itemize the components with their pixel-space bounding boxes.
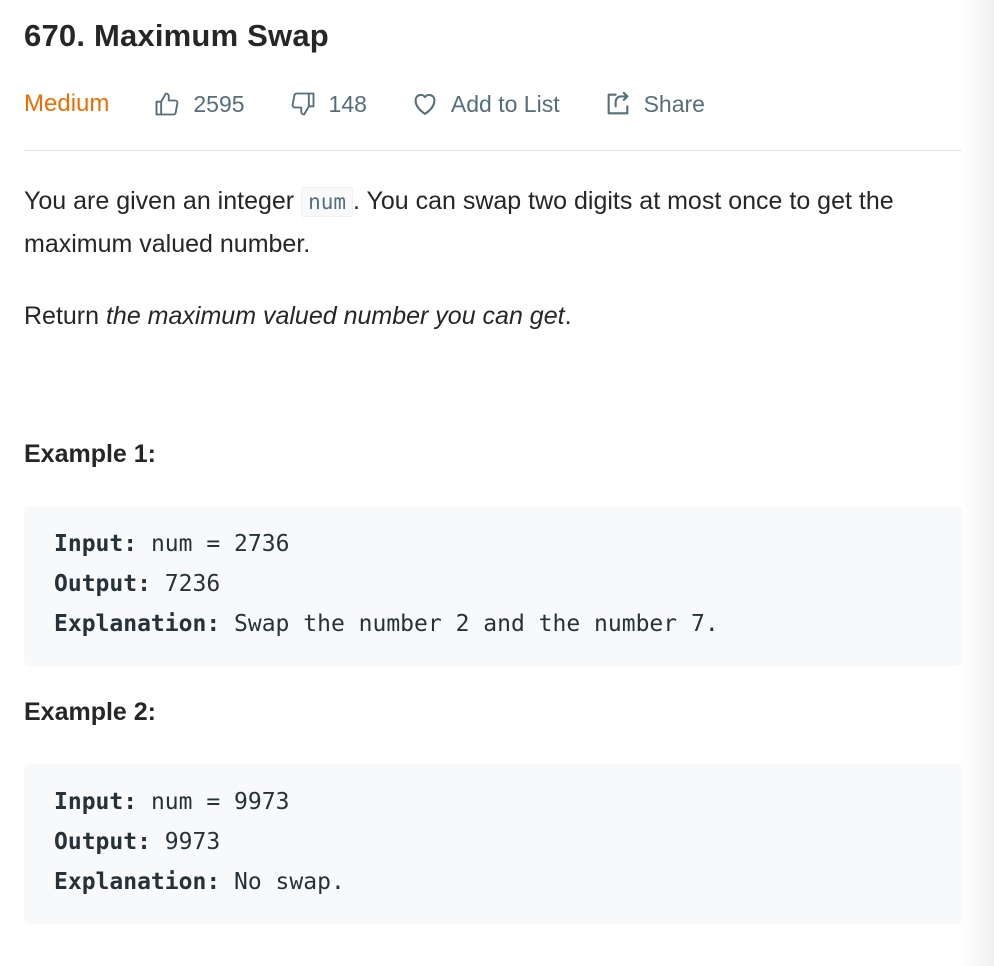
example-explanation-value: Swap the number 2 and the number 7.: [220, 611, 719, 637]
example-lines: Input: num = 9973 Output: 9973 Explanation…: [54, 782, 345, 902]
add-to-list-button[interactable]: Add to List: [411, 90, 560, 118]
example-output-label: Output:: [54, 571, 151, 597]
difficulty-badge: Medium: [24, 90, 110, 117]
example-explanation-label: Explanation:: [54, 869, 221, 895]
divider: [24, 150, 962, 151]
share-button[interactable]: Share: [604, 90, 705, 118]
thumbs-up-icon: [153, 90, 181, 118]
statement-text: .: [564, 302, 572, 330]
example-output-value: 9973: [150, 829, 221, 855]
share-label: Share: [643, 90, 705, 117]
example-code-block: Input: num = 9973 Output: 9973 Explanation…: [24, 764, 962, 924]
dislike-count: 148: [328, 90, 367, 117]
like-button[interactable]: 2595: [153, 90, 245, 118]
example-input-label: Input:: [54, 789, 138, 815]
example-explanation-label: Explanation:: [54, 611, 221, 637]
example-output-line: Output: 9973: [54, 822, 345, 862]
example-code-block: Input: num = 2736 Output: 7236 Explanation…: [24, 506, 962, 666]
example-input-label: Input:: [54, 531, 138, 557]
statement-text: Return: [24, 302, 106, 330]
example-input-value: num = 9973: [137, 789, 290, 815]
example-input-line: Input: num = 9973: [54, 782, 345, 822]
panel-edge-shadow: [960, 0, 994, 966]
example-input-line: Input: num = 2736: [54, 524, 719, 564]
example-title: Example 1:: [24, 440, 157, 468]
statement-emphasis: the maximum valued number you can get: [105, 302, 565, 330]
like-count: 2595: [193, 90, 245, 117]
example-explanation-line: Explanation: No swap.: [54, 862, 345, 902]
example-explanation-value: No swap.: [220, 869, 345, 895]
thumbs-down-icon: [289, 90, 317, 118]
dislike-button[interactable]: 148: [289, 90, 367, 118]
heart-icon: [411, 90, 439, 118]
problem-statement: You are given an integer num. You can sw…: [24, 180, 944, 337]
example-lines: Input: num = 2736 Output: 7236 Explanation…: [54, 524, 719, 644]
statement-paragraph: Return the maximum valued number you can…: [24, 295, 944, 337]
share-icon: [604, 90, 632, 118]
example-explanation-line: Explanation: Swap the number 2 and the n…: [54, 604, 719, 644]
statement-text: You are given an integer: [24, 187, 302, 215]
example-output-value: 7236: [150, 571, 221, 597]
statement-paragraph: You are given an integer num. You can sw…: [24, 180, 944, 265]
example-title: Example 2:: [24, 698, 157, 726]
add-to-list-label: Add to List: [450, 90, 560, 117]
problem-title: 670. Maximum Swap: [24, 18, 329, 53]
example-output-line: Output: 7236: [54, 564, 719, 604]
example-input-value: num = 2736: [137, 531, 290, 557]
problem-meta-row: Medium 2595 148 Add to List Share: [24, 86, 749, 122]
example-output-label: Output:: [54, 829, 151, 855]
inline-code: num: [301, 187, 354, 217]
